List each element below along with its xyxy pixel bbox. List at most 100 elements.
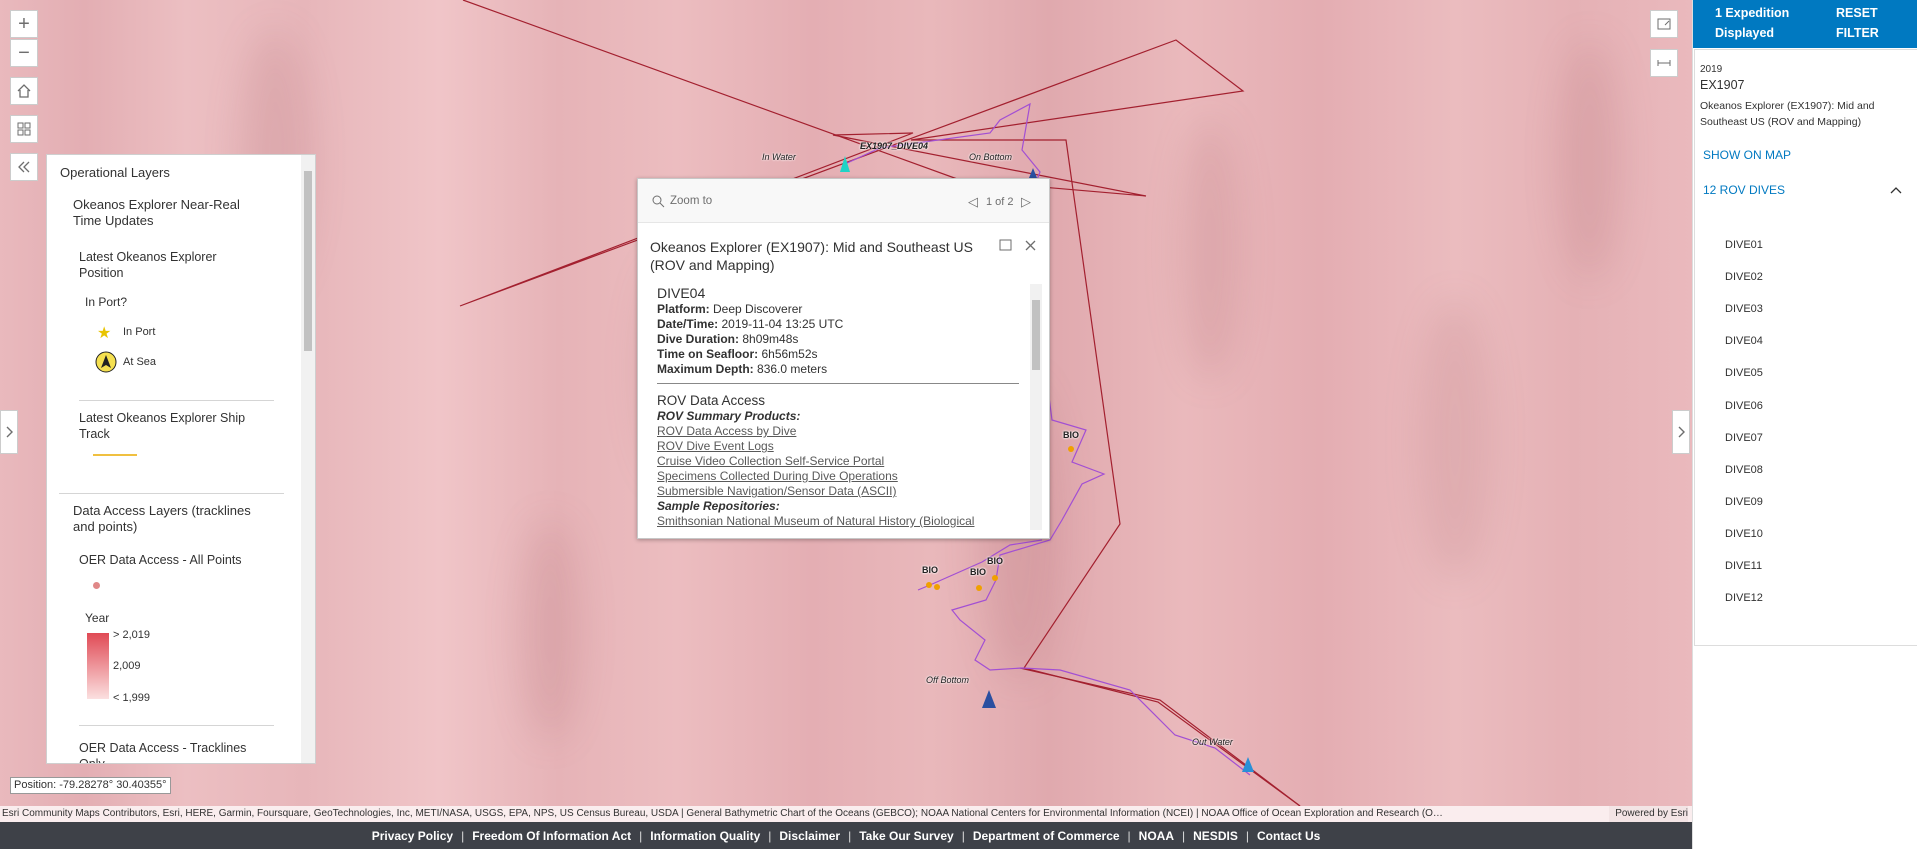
year-ramp xyxy=(87,633,109,699)
popup-scrollbar[interactable] xyxy=(1030,284,1042,530)
popup-title: Okeanos Explorer (EX1907): Mid and South… xyxy=(650,239,973,273)
link-video-portal[interactable]: Cruise Video Collection Self-Service Por… xyxy=(657,454,1019,469)
basemap-gallery-icon xyxy=(17,122,31,136)
link-rov-data-access[interactable]: ROV Data Access by Dive xyxy=(657,424,1019,439)
dive-item[interactable]: DIVE07 xyxy=(1725,432,1763,444)
on-bottom-label: On Bottom xyxy=(969,152,1013,162)
chevron-up-icon[interactable] xyxy=(1890,185,1902,195)
home-button[interactable] xyxy=(10,77,38,105)
show-on-map-link[interactable]: SHOW ON MAP xyxy=(1703,148,1791,162)
bio-label: BIO xyxy=(987,556,1004,566)
dock-icon[interactable] xyxy=(999,239,1012,252)
next-feature-button[interactable]: ▷ xyxy=(1021,194,1031,210)
field-duration: Dive Duration: 8h09m48s xyxy=(657,332,799,346)
expand-right-panel-button[interactable] xyxy=(1672,410,1690,454)
dive-item[interactable]: DIVE08 xyxy=(1725,464,1763,476)
powered-by[interactable]: Powered by Esri xyxy=(1609,806,1688,822)
legend-in-port-question: In Port? xyxy=(85,295,128,309)
in-water-label: In Water xyxy=(762,152,796,162)
rov-dives-toggle[interactable]: 12 ROV DIVES xyxy=(1703,183,1785,197)
dive-item[interactable]: DIVE09 xyxy=(1725,496,1763,508)
site-footer: Privacy Policy | Freedom Of Information A… xyxy=(0,822,1692,849)
attribution-text: Esri Community Maps Contributors, Esri, … xyxy=(2,808,1443,819)
legend-year-mid: 2,009 xyxy=(113,660,141,672)
layer-ship-track[interactable]: Latest Okeanos Explorer Ship Track xyxy=(79,410,264,442)
bio-point xyxy=(976,585,982,591)
footer-link-nesdis[interactable]: NESDIS xyxy=(1193,829,1238,843)
link-navigation-data[interactable]: Submersible Navigation/Sensor Data (ASCI… xyxy=(657,484,1019,499)
basemap-gallery-button[interactable] xyxy=(10,115,38,143)
dive-item[interactable]: DIVE10 xyxy=(1725,528,1763,540)
footer-link-info-quality[interactable]: Information Quality xyxy=(650,829,760,843)
expand-left-panel-button[interactable] xyxy=(0,410,18,454)
link-smithsonian[interactable]: Smithsonian National Museum of Natural H… xyxy=(657,514,1019,529)
scroll-thumb[interactable] xyxy=(1032,300,1040,370)
layer-all-points[interactable]: OER Data Access - All Points xyxy=(79,553,242,567)
sample-label: Sample Repositories: xyxy=(657,499,780,513)
out-water-label: Out Water xyxy=(1192,737,1233,747)
scroll-thumb[interactable] xyxy=(304,171,312,351)
map-view[interactable]: In Water On Bottom EX1907_DIVE04 Off Bot… xyxy=(0,0,1692,806)
dive-item[interactable]: DIVE11 xyxy=(1725,560,1762,572)
close-icon[interactable] xyxy=(1024,239,1037,252)
divider xyxy=(79,400,274,401)
map-attribution: Esri Community Maps Contributors, Esri, … xyxy=(0,806,1692,822)
footer-link-foia[interactable]: Freedom Of Information Act xyxy=(472,829,631,843)
layer-group-near-real-time[interactable]: Okeanos Explorer Near-Real Time Updates xyxy=(73,197,263,229)
layer-list-scrollbar[interactable] xyxy=(301,155,315,763)
previous-feature-button[interactable]: ◁ xyxy=(968,194,978,210)
bio-point xyxy=(992,575,998,581)
dive-name: DIVE04 xyxy=(657,285,706,301)
link-dive-event-logs[interactable]: ROV Dive Event Logs xyxy=(657,439,1019,454)
field-max-depth: Maximum Depth: 836.0 meters xyxy=(657,362,828,376)
divider xyxy=(657,383,1019,384)
footer-link-survey[interactable]: Take Our Survey xyxy=(859,829,954,843)
bio-point xyxy=(934,584,940,590)
dive-tag-label: EX1907_DIVE04 xyxy=(860,141,929,151)
dive-item[interactable]: DIVE02 xyxy=(1725,271,1763,283)
dive-item[interactable]: DIVE04 xyxy=(1725,335,1763,347)
coordinate-readout: Position: -79.28278° 30.40355° xyxy=(10,777,171,794)
zoom-to-button[interactable]: Zoom to xyxy=(670,195,712,207)
dive-item[interactable]: DIVE05 xyxy=(1725,367,1763,379)
footer-link-disclaimer[interactable]: Disclaimer xyxy=(779,829,840,843)
footer-link-privacy[interactable]: Privacy Policy xyxy=(372,829,453,843)
dive-item[interactable]: DIVE03 xyxy=(1725,303,1763,315)
reset-filter-button[interactable]: RESET FILTER xyxy=(1836,3,1896,43)
bio-label: BIO xyxy=(922,565,939,575)
layer-group-data-access[interactable]: Data Access Layers (tracklines and point… xyxy=(73,503,263,535)
double-chevron-left-icon xyxy=(18,161,30,173)
feature-popup: Zoom to ◁ 1 of 2 ▷ Okeanos Explorer (EX1… xyxy=(637,178,1050,539)
ship-track-2 xyxy=(1019,667,1301,806)
summary-label: ROV Summary Products: xyxy=(657,409,801,423)
divider xyxy=(59,493,284,494)
footer-link-contact[interactable]: Contact Us xyxy=(1257,829,1320,843)
expand-button[interactable] xyxy=(1650,10,1678,38)
zoom-out-button[interactable]: − xyxy=(10,39,38,67)
off-bottom-marker xyxy=(982,690,996,708)
legend-at-sea: At Sea xyxy=(123,356,157,368)
popup-content: DIVE04 Platform: Deep Discoverer Date/Ti… xyxy=(650,284,1042,530)
link-specimens[interactable]: Specimens Collected During Dive Operatio… xyxy=(657,469,1019,484)
measure-button[interactable] xyxy=(1650,49,1678,77)
expedition-year: 2019 xyxy=(1700,64,1723,75)
field-platform: Platform: Deep Discoverer xyxy=(657,302,803,316)
layer-latest-position[interactable]: Latest Okeanos Explorer Position xyxy=(79,249,259,281)
feature-pager: 1 of 2 xyxy=(986,196,1014,208)
footer-link-noaa[interactable]: NOAA xyxy=(1139,829,1174,843)
footer-link-commerce[interactable]: Department of Commerce xyxy=(973,829,1120,843)
dive-item[interactable]: DIVE01 xyxy=(1725,239,1763,251)
legend-year-label: Year xyxy=(85,611,110,625)
point-swatch xyxy=(93,582,100,589)
dive-item[interactable]: DIVE12 xyxy=(1725,592,1763,604)
zoom-in-button[interactable]: + xyxy=(10,10,38,38)
layer-tracklines[interactable]: OER Data Access - Tracklines Only xyxy=(79,740,264,763)
chevron-right-icon xyxy=(1678,426,1685,438)
divider xyxy=(79,725,274,726)
bio-label: BIO xyxy=(970,567,987,577)
expand-icon xyxy=(1657,18,1671,30)
field-datetime: Date/Time: 2019-11-04 13:25 UTC xyxy=(657,317,844,331)
bio-label: BIO xyxy=(1063,430,1080,440)
dive-item[interactable]: DIVE06 xyxy=(1725,400,1763,412)
collapse-layers-button[interactable] xyxy=(10,153,38,181)
